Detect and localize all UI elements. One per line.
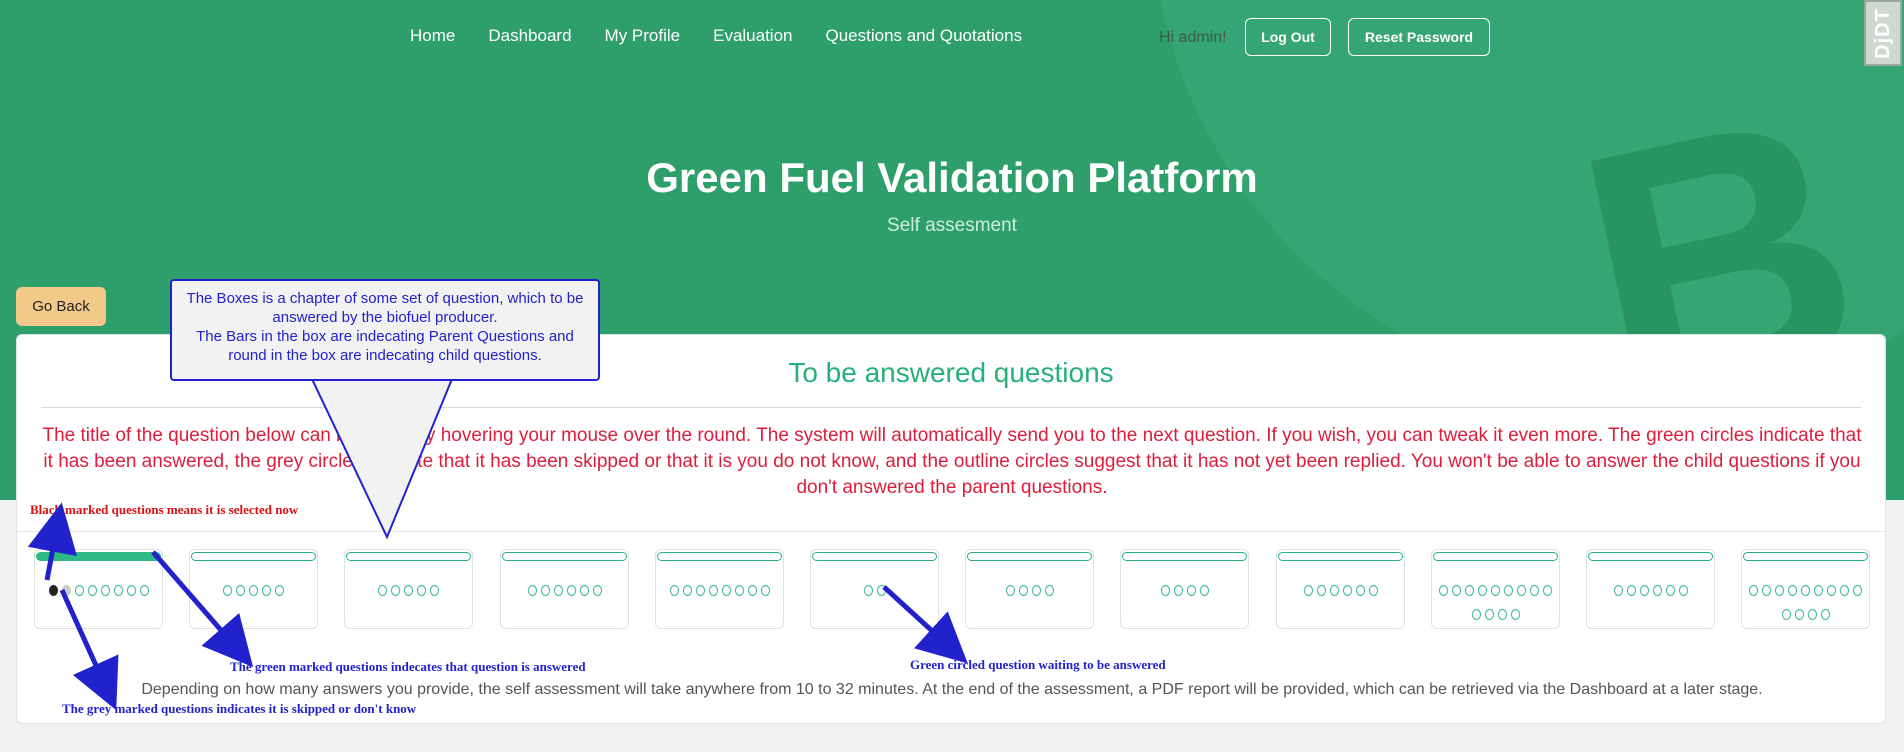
callout-text: The Boxes is a chapter of some set of qu… bbox=[186, 290, 584, 364]
annotation-green-circled: Green circled question waiting to be ans… bbox=[910, 657, 1166, 672]
callout-chapter-explanation: The Boxes is a chapter of some set of qu… bbox=[170, 279, 600, 381]
annotation-black-marked: Black marked questions means it is selec… bbox=[30, 502, 299, 517]
annotation-green-marked: The green marked questions indecates tha… bbox=[230, 659, 586, 674]
annotation-grey-marked: The grey marked questions indicates it i… bbox=[62, 701, 417, 716]
